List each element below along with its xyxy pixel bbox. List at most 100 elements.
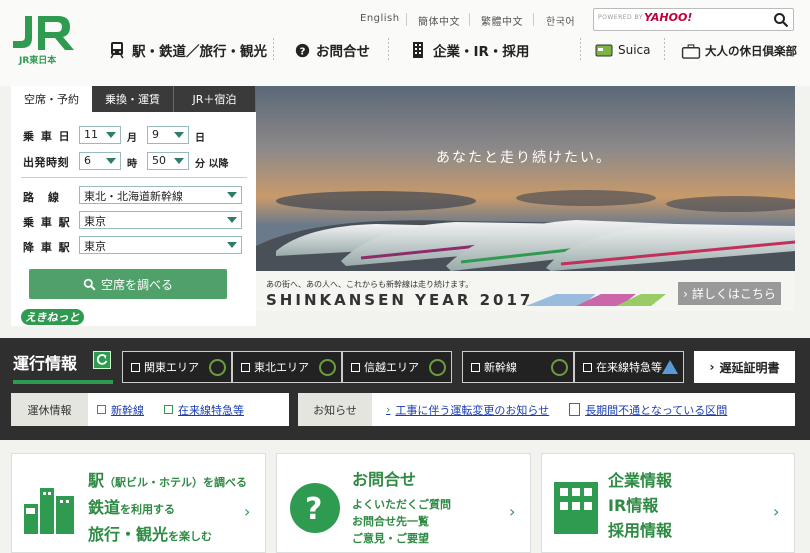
- question-icon: ?: [295, 43, 310, 57]
- chevron-right-icon: ›: [773, 502, 780, 521]
- card-link-railway: 鉄道: [88, 498, 121, 517]
- window-icon: [241, 362, 250, 372]
- month-select[interactable]: 11: [79, 126, 121, 144]
- chevron-down-icon: [106, 132, 116, 138]
- delay-label: 遅延証明書: [719, 360, 780, 375]
- suica-card-icon: [595, 44, 613, 57]
- suitcase-icon: [681, 43, 701, 59]
- chevron-right-icon: ›: [709, 360, 715, 374]
- day-unit: 日: [195, 133, 205, 144]
- ekinet-logo[interactable]: えきねっと: [21, 309, 84, 325]
- lang-simplified-chinese[interactable]: 簡体中文: [418, 13, 460, 28]
- lang-english[interactable]: English: [360, 13, 400, 24]
- link-label: 工事に伴う運転変更のお知らせ: [395, 403, 550, 417]
- area-label: 在来線特急等: [596, 361, 662, 374]
- reload-icon[interactable]: [93, 351, 111, 369]
- divider: [469, 13, 470, 26]
- link-label: 長期間不通となっている区間: [585, 403, 728, 417]
- suspension-link-limited-express[interactable]: 在来線特急等: [164, 402, 244, 418]
- status-normal-icon: [429, 359, 446, 376]
- window-icon: [164, 405, 173, 414]
- hero-title: SHINKANSEN YEAR 2017: [266, 291, 534, 309]
- day-value: 9: [152, 128, 159, 141]
- search-input[interactable]: POWERED BY YAHOO!: [593, 8, 794, 31]
- hero-image: [256, 86, 795, 311]
- notice-link-long-suspension[interactable]: 長期間不通となっている区間: [569, 402, 727, 418]
- hero-detail-button[interactable]: › 詳しくはこちら: [678, 282, 781, 305]
- pdf-icon: [569, 403, 581, 416]
- tab-seat-reservation[interactable]: 空席・予約: [11, 86, 92, 112]
- suspension-link-shinkansen[interactable]: 新幹線: [97, 402, 144, 418]
- from-label: 乗 車 駅: [23, 216, 72, 229]
- hero-tagline: あなたと走り続けたい。: [436, 150, 612, 166]
- chevron-down-icon: [174, 132, 184, 138]
- window-icon: [97, 405, 106, 414]
- area-limited-express[interactable]: 在来線特急等: [574, 351, 684, 383]
- svg-text:?: ?: [305, 492, 322, 527]
- station-card-text: 駅（駅ビル・ホテル）を調べる 鉄道を利用する 旅行・観光を楽しむ: [88, 468, 247, 549]
- search-seats-button[interactable]: 空席を調べる: [29, 269, 227, 299]
- chevron-down-icon: [227, 242, 237, 248]
- from-value: 東京: [84, 215, 106, 228]
- tab-jr-hotel[interactable]: JR＋宿泊: [174, 86, 256, 112]
- route-select[interactable]: 東北・北海道新幹線: [79, 186, 242, 204]
- contact-title: お問合せ: [352, 470, 417, 489]
- booking-tabs: 空席・予約 乗換・運賃 JR＋宿泊: [11, 86, 256, 112]
- operation-info-bar: 運行情報 関東エリア 東北エリア 信越エリア 新幹線 在来線特急等 › 遅延証明書…: [0, 338, 810, 440]
- chevron-down-icon: [227, 217, 237, 223]
- area-shinetsu[interactable]: 信越エリア: [342, 351, 452, 383]
- area-tohoku[interactable]: 東北エリア: [232, 351, 342, 383]
- card-link-travel: 旅行・観光: [88, 525, 169, 544]
- chevron-down-icon: [174, 158, 184, 164]
- card-contact[interactable]: ? お問合せ よくいただくご質問 お問合せ先一覧 ご意見・ご要望 ›: [276, 453, 531, 553]
- nav-station-travel[interactable]: 駅・鉄道／旅行・観光: [108, 40, 267, 60]
- area-label: 新幹線: [484, 361, 517, 374]
- notice-box: お知らせ › 工事に伴う運転変更のお知らせ 長期間不通となっている区間: [298, 393, 795, 426]
- nav-contact[interactable]: ? お問合せ: [295, 40, 370, 60]
- notice-label: お知らせ: [298, 393, 372, 426]
- search-powered-by: POWERED BY: [598, 14, 644, 21]
- link-label: 在来線特急等: [178, 403, 244, 417]
- card-link-station: 駅: [88, 471, 105, 490]
- area-label: 関東エリア: [144, 361, 199, 374]
- day-select[interactable]: 9: [147, 126, 189, 144]
- operations-title: 運行情報: [13, 354, 78, 373]
- month-unit: 月: [127, 133, 137, 144]
- to-station-select[interactable]: 東京: [79, 236, 242, 254]
- nav-suica[interactable]: Suica: [595, 43, 651, 57]
- card-corporate[interactable]: 企業情報 IR情報 採用情報 ›: [541, 453, 795, 553]
- nav-label: 大人の休日倶楽部: [705, 44, 797, 58]
- divider: [664, 38, 665, 62]
- hero-banner[interactable]: あなたと走り続けたい。 あの街へ、あの人へ、これからも新幹線は走り続けます。 S…: [256, 86, 795, 311]
- status-normal-icon: [551, 359, 568, 376]
- from-station-select[interactable]: 東京: [79, 211, 242, 229]
- window-icon: [351, 362, 360, 372]
- question-icon: ?: [290, 483, 340, 533]
- minute-select[interactable]: 50: [147, 152, 189, 170]
- search-button-label: 空席を調べる: [100, 277, 173, 292]
- card-station-travel[interactable]: 駅（駅ビル・ホテル）を調べる 鉄道を利用する 旅行・観光を楽しむ ›: [11, 453, 266, 553]
- lang-traditional-chinese[interactable]: 繁體中文: [481, 13, 523, 28]
- lang-korean[interactable]: 한국어: [546, 13, 575, 28]
- nav-corporate[interactable]: 企業・IR・採用: [409, 40, 529, 60]
- jr-east-logo[interactable]: JR東日本: [11, 14, 75, 66]
- office-building-icon: [554, 482, 598, 534]
- card-link-faq: よくいただくご質問: [352, 498, 451, 511]
- link-label: 新幹線: [111, 403, 144, 417]
- route-value: 東北・北海道新幹線: [84, 190, 183, 203]
- card-link-desc: （駅ビル・ホテル）を調べる: [104, 476, 248, 489]
- minute-unit: 分 以降: [195, 159, 229, 170]
- area-kanto[interactable]: 関東エリア: [122, 351, 232, 383]
- area-shinkansen[interactable]: 新幹線: [462, 351, 574, 383]
- hour-value: 6: [84, 154, 91, 167]
- delay-certificate-button[interactable]: › 遅延証明書: [694, 351, 795, 383]
- card-link-ir: IR情報: [608, 496, 659, 515]
- tab-transfer-fare[interactable]: 乗換・運賃: [92, 86, 174, 112]
- notice-link-construction[interactable]: › 工事に伴う運転変更のお知らせ: [386, 402, 549, 418]
- search-icon[interactable]: [773, 12, 789, 28]
- to-label: 降 車 駅: [23, 241, 72, 254]
- nav-otona-club[interactable]: 大人の休日倶楽部: [681, 43, 797, 59]
- detail-label: 詳しくはこちら: [691, 287, 776, 301]
- hour-select[interactable]: 6: [79, 152, 121, 170]
- chevron-right-icon: ›: [509, 502, 516, 521]
